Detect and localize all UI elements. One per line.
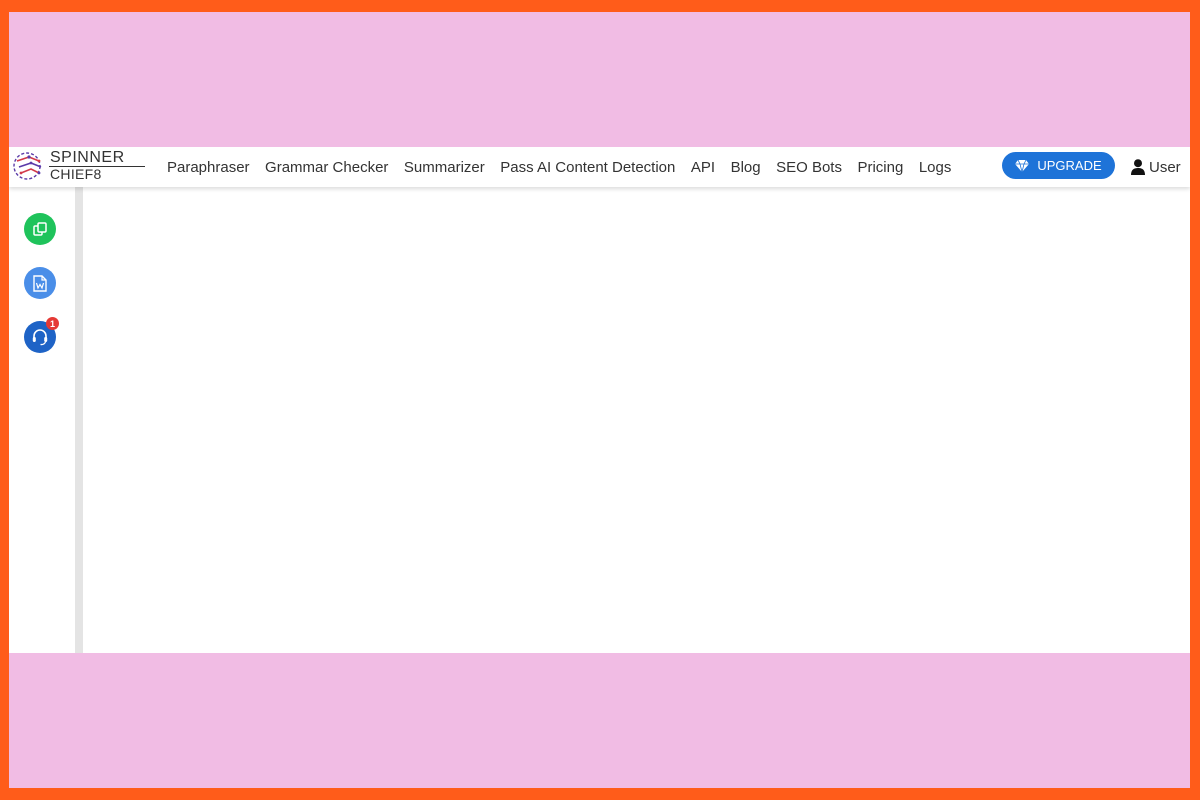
nav-blog[interactable]: Blog	[731, 159, 761, 176]
word-document-button[interactable]	[24, 267, 56, 299]
upgrade-label: UPGRADE	[1037, 158, 1102, 173]
nav-pass-ai-content-detection[interactable]: Pass AI Content Detection	[500, 159, 675, 176]
brand-name-suffix: CHIEF8	[50, 166, 102, 182]
support-button[interactable]: 1	[24, 317, 59, 353]
top-navbar: SPINNER CHIEF8 Paraphraser Grammar Check…	[9, 147, 1190, 187]
user-label: User	[1149, 158, 1181, 176]
nav-grammar-checker[interactable]: Grammar Checker	[265, 159, 388, 176]
main-content-area	[83, 199, 1190, 653]
diamond-icon	[1015, 159, 1030, 172]
nav-summarizer[interactable]: Summarizer	[404, 159, 485, 176]
copy-icon	[33, 222, 47, 236]
nav-paraphraser[interactable]: Paraphraser	[167, 159, 250, 176]
nav-links: Paraphraser Grammar Checker Summarizer P…	[167, 147, 951, 187]
app-window: SPINNER CHIEF8 Paraphraser Grammar Check…	[9, 147, 1190, 653]
support-headset-icon	[32, 329, 48, 346]
sidebar-scrollbar[interactable]	[75, 187, 83, 653]
nav-logs[interactable]: Logs	[919, 159, 952, 176]
user-menu[interactable]: User	[1131, 147, 1181, 187]
user-icon	[1131, 159, 1145, 175]
word-document-icon	[33, 274, 47, 292]
nav-api[interactable]: API	[691, 159, 715, 176]
brand-logo[interactable]: SPINNER CHIEF8	[9, 147, 145, 187]
notification-badge: 1	[46, 317, 59, 330]
nav-pricing[interactable]: Pricing	[857, 159, 903, 176]
upgrade-button[interactable]: UPGRADE	[1002, 152, 1115, 179]
left-sidebar: 1	[9, 187, 75, 653]
copy-button[interactable]	[24, 213, 56, 245]
brand-mark-icon	[13, 152, 42, 180]
nav-seo-bots[interactable]: SEO Bots	[776, 159, 842, 176]
brand-name: SPINNER	[50, 149, 125, 166]
